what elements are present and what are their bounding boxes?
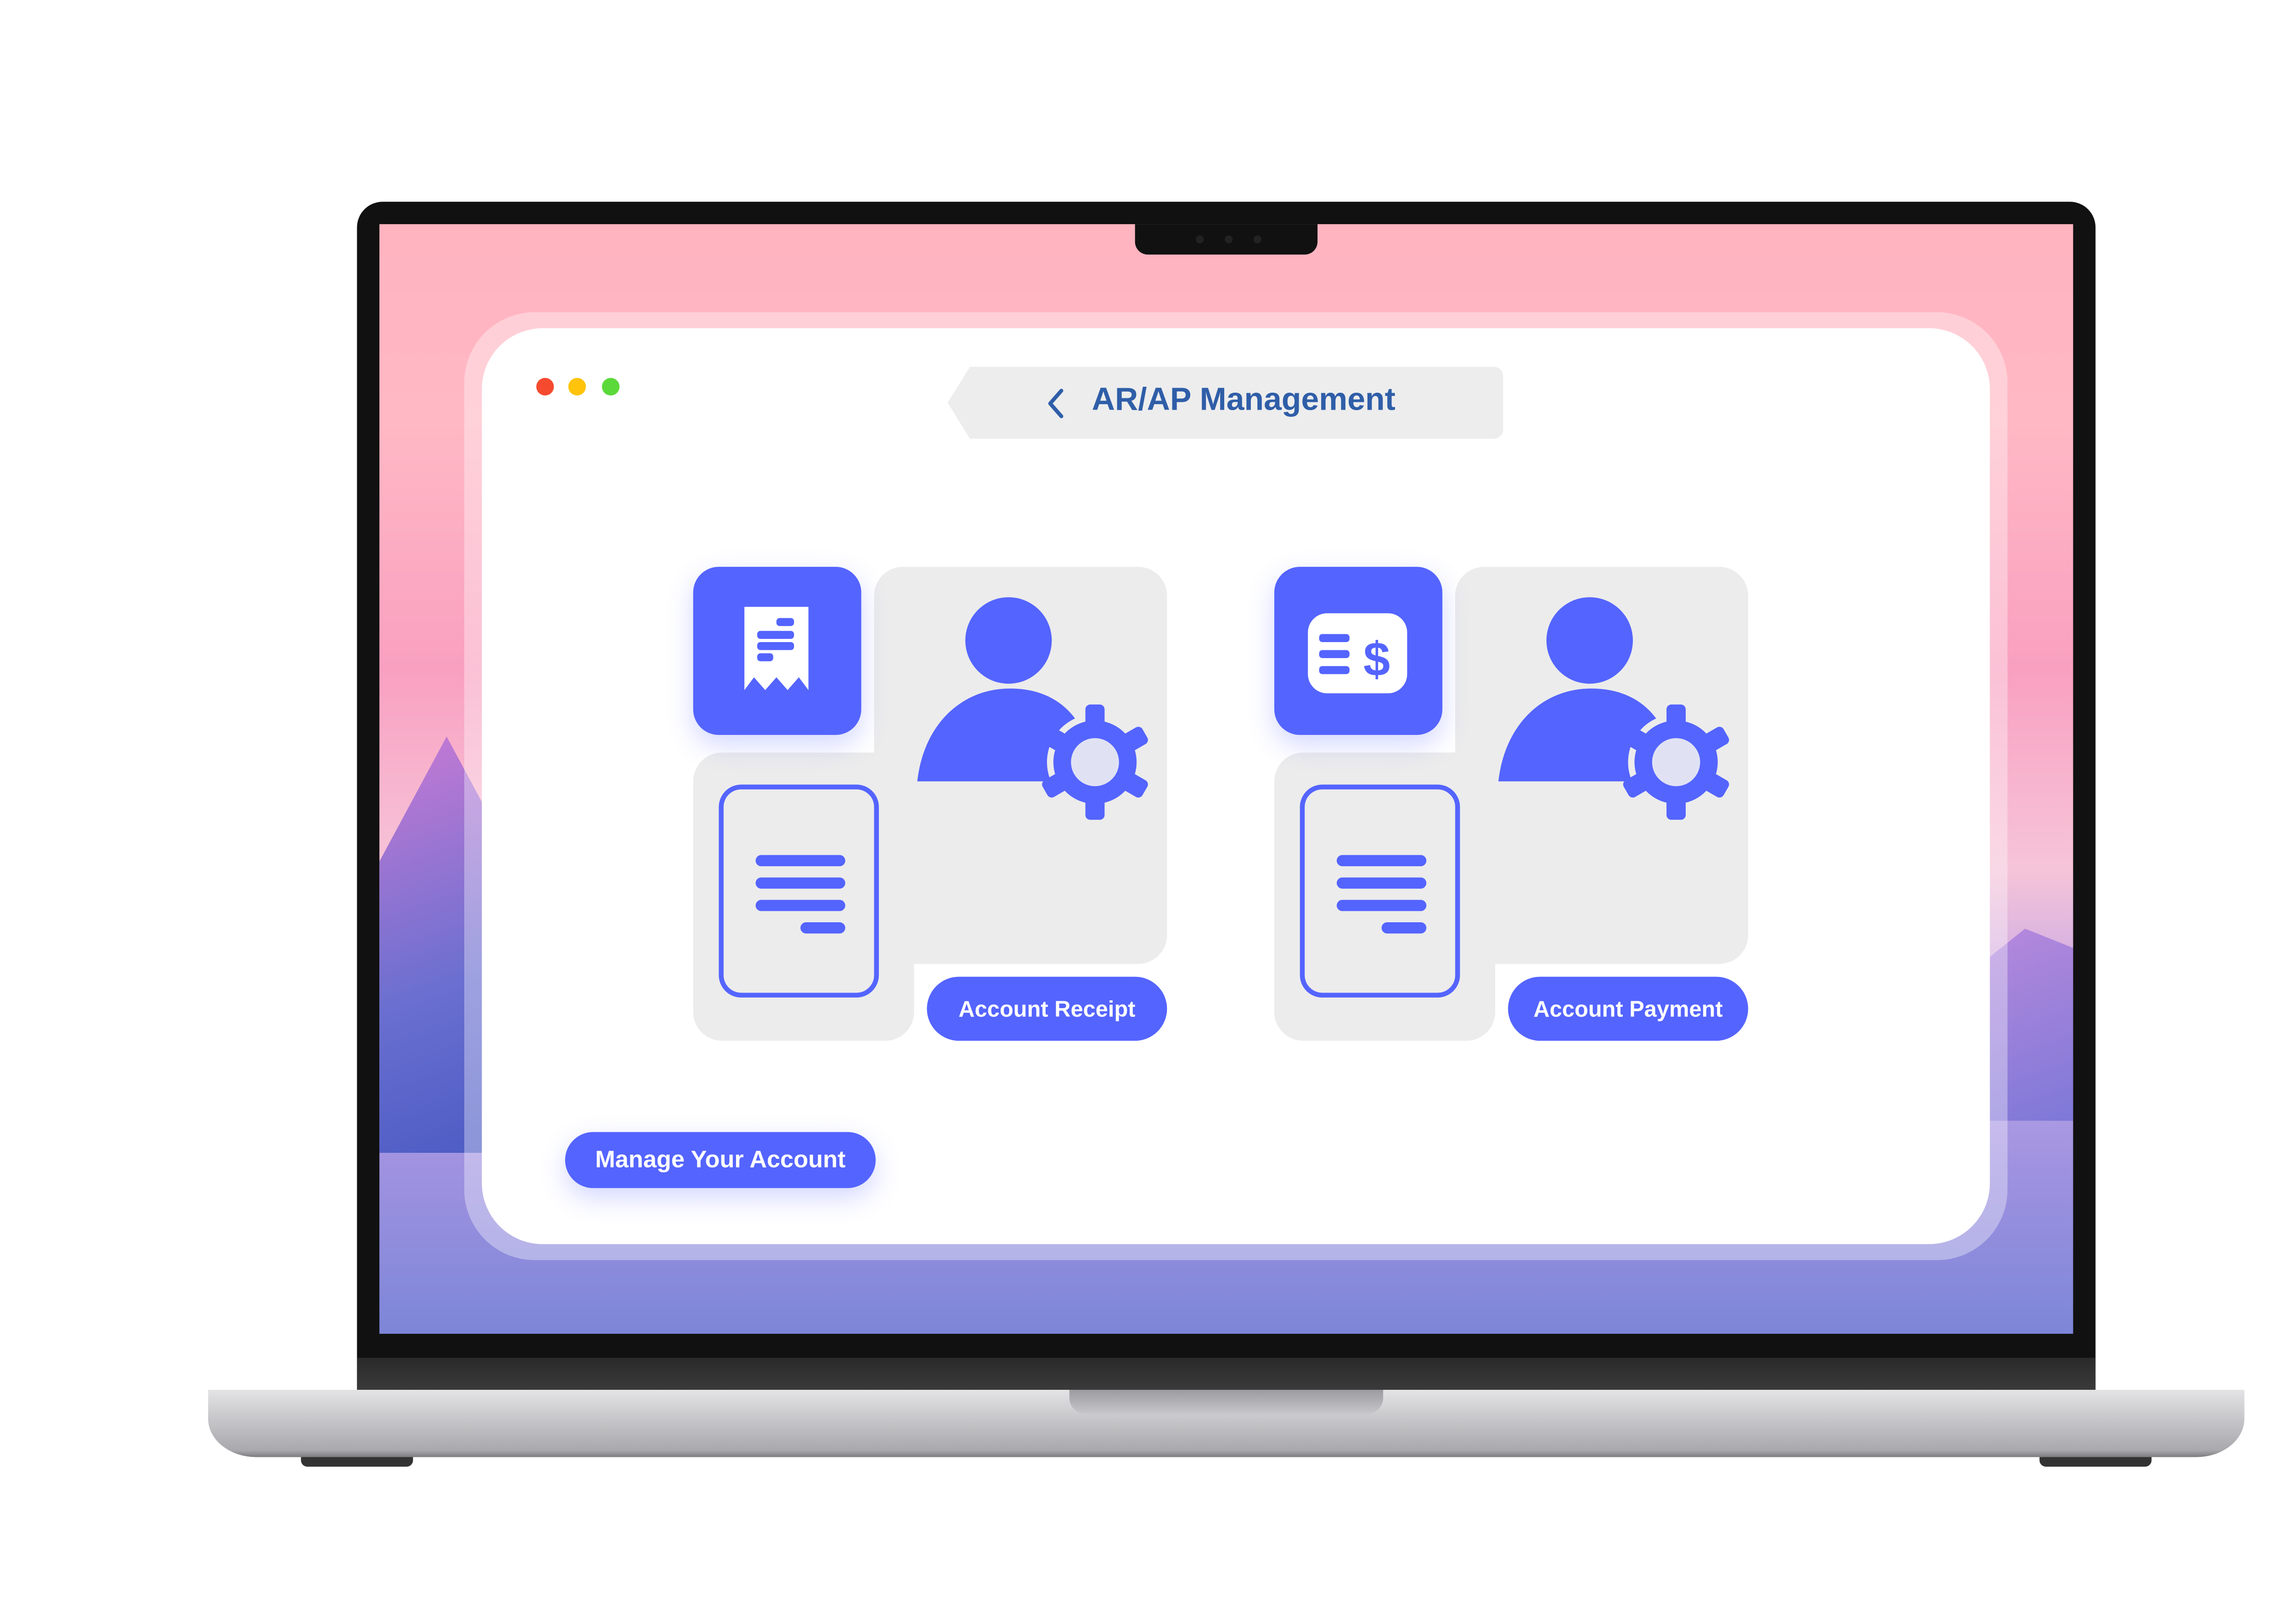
camera-icon [1224,235,1233,243]
laptop-base [208,1390,2245,1457]
laptop-chin [357,1358,2096,1390]
account-payment-button[interactable]: Account Payment [1508,976,1748,1041]
maximize-button[interactable] [602,378,620,396]
laptop-foot [301,1457,413,1467]
page-title: AR/AP Management [1092,383,1396,418]
user-settings-icon [1498,597,1729,820]
payment-icon: $ [1308,613,1407,694]
svg-text:$: $ [1363,632,1390,686]
receipt-icon [744,607,809,690]
payment-tile: $ [1274,567,1443,735]
camera-notch [1135,224,1318,255]
account-receipt-button[interactable]: Account Receipt [927,976,1167,1041]
document-icon [1300,784,1460,998]
minimize-button[interactable] [568,378,586,396]
close-button[interactable] [536,378,554,396]
laptop-mockup: AR/AP Management Account Receipt $ Accou… [0,0,2296,1619]
chevron-left-icon[interactable] [1044,386,1066,421]
laptop-foot [2039,1457,2152,1467]
account-payment-card[interactable]: $ Account Payment [1274,567,1755,1047]
thumb-notch [1069,1390,1384,1414]
account-receipt-card[interactable]: Account Receipt [693,567,1174,1047]
receipt-tile [693,567,861,735]
document-icon [719,784,879,998]
camera-icon [1253,235,1262,243]
manage-account-button[interactable]: Manage Your Account [565,1132,876,1188]
camera-icon [1196,235,1204,243]
user-settings-icon [917,597,1148,820]
